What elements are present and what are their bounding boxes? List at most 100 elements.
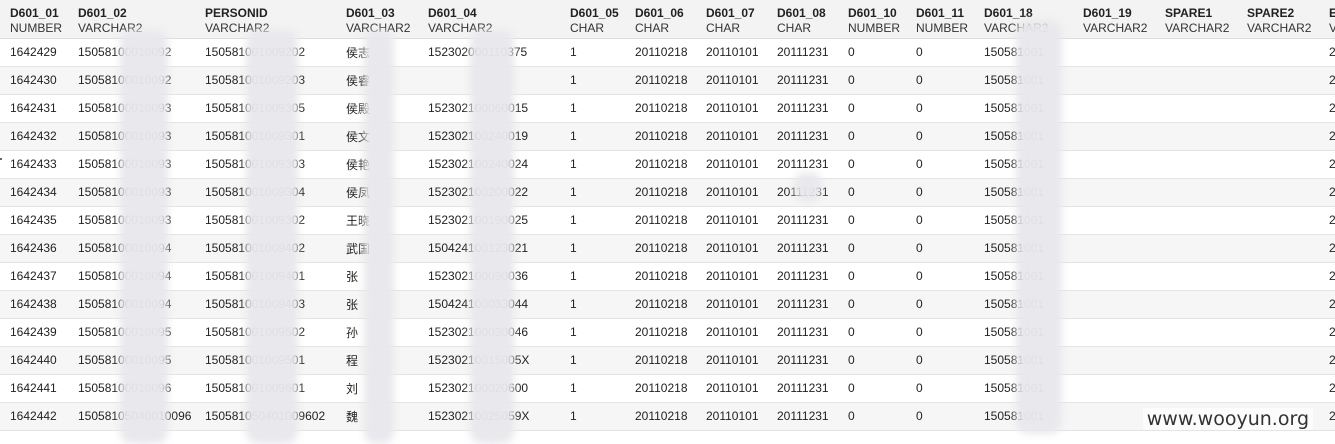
column-name: SPARE2 <box>1247 6 1295 20</box>
table-cell: 0 <box>838 318 906 347</box>
table-cell: 20110101 <box>696 178 767 207</box>
column-type: VARCHAR2 <box>1083 21 1148 35</box>
table-row[interactable]: 164243115058100010093150581001009305侯殿15… <box>0 94 1335 123</box>
table-cell: 2 <box>1319 318 1335 347</box>
table-row[interactable]: 164243315058100010093150581001009303侯艳15… <box>0 150 1335 179</box>
column-name: SPARE1 <box>1165 6 1213 20</box>
table-cell <box>1237 374 1319 403</box>
table-cell: 0 <box>838 206 906 235</box>
table-cell: 20111231 <box>767 290 838 319</box>
table-cell <box>1155 178 1237 207</box>
table-cell: 20110218 <box>625 290 696 319</box>
table-cell: 1642439 <box>0 318 68 347</box>
table-row[interactable]: 164242915058100010092150581001009202侯志15… <box>0 38 1335 67</box>
result-table: D601_01 NUMBER D601_02 VARCHAR2 PERSONID VARC… <box>0 0 1335 431</box>
table-cell: 1642440 <box>0 346 68 375</box>
table-row[interactable]: 164243215058100010093150581001009301侯文15… <box>0 122 1335 151</box>
table-cell <box>1073 318 1155 347</box>
table-cell: 20110101 <box>696 234 767 263</box>
table-cell: 0 <box>906 206 974 235</box>
table-cell: 20110101 <box>696 122 767 151</box>
table-cell <box>1073 38 1155 67</box>
table-cell <box>1237 318 1319 347</box>
table-cell: 0 <box>838 178 906 207</box>
table-cell <box>1155 234 1237 263</box>
table-cell: 0 <box>838 374 906 403</box>
table-cell <box>1073 262 1155 291</box>
column-header-d601_07[interactable]: D601_07 CHAR <box>696 0 767 39</box>
table-cell: 20110218 <box>625 122 696 151</box>
table-row[interactable]: 164243915058100010095150581001009502孙152… <box>0 318 1335 347</box>
table-cell: 0 <box>906 290 974 319</box>
table-cell: 1 <box>560 206 625 235</box>
table-cell: 0 <box>906 38 974 67</box>
column-name: D601_18 <box>984 6 1033 20</box>
table-cell: 1642435 <box>0 206 68 235</box>
table-cell: 20110218 <box>625 346 696 375</box>
table-row[interactable]: 164243415058100010093150581001009304侯凤15… <box>0 178 1335 207</box>
table-row[interactable]: 164243815058100010094150581001009403张150… <box>0 290 1335 319</box>
column-header-spare1[interactable]: SPARE1 VARCHAR2 <box>1155 0 1237 39</box>
table-cell: 1642432 <box>0 122 68 151</box>
table-cell: 0 <box>906 234 974 263</box>
table-row[interactable]: 164243715058100010094150581001009401张152… <box>0 262 1335 291</box>
table-cell <box>1073 206 1155 235</box>
table-cell <box>1155 346 1237 375</box>
table-cell: 20110101 <box>696 374 767 403</box>
table-cell: 1642437 <box>0 262 68 291</box>
column-header-d601_11[interactable]: D601_11 NUMBER <box>906 0 974 39</box>
table-cell: 0 <box>838 38 906 67</box>
column-header-d601_10[interactable]: D601_10 NUMBER <box>838 0 906 39</box>
table-cell: 0 <box>838 346 906 375</box>
result-grid[interactable]: D601_01 NUMBER D601_02 VARCHAR2 PERSONID VARC… <box>0 0 1335 444</box>
column-header-d601_06[interactable]: D601_06 CHAR <box>625 0 696 39</box>
table-row[interactable]: 164243515058100010093150581001009302王晓15… <box>0 206 1335 235</box>
column-type: CHAR <box>635 21 670 35</box>
table-cell: 0 <box>838 402 906 431</box>
table-cell: 20110218 <box>625 66 696 95</box>
table-cell <box>1155 94 1237 123</box>
table-cell: 1 <box>560 150 625 179</box>
table-cell <box>1237 262 1319 291</box>
table-row[interactable]: 164244115058100010096150581001009601刘152… <box>0 374 1335 403</box>
table-cell: 2 <box>1319 122 1335 151</box>
table-row[interactable]: 164244015058100010095150581001009501程152… <box>0 346 1335 375</box>
table-cell: 1642429 <box>0 38 68 67</box>
column-header-spare2[interactable]: SPARE2 VARCHAR2 <box>1237 0 1319 39</box>
header-row: D601_01 NUMBER D601_02 VARCHAR2 PERSONID VARC… <box>0 0 1335 39</box>
table-row[interactable]: 164243015058100010092150581001009203侯睿12… <box>0 66 1335 95</box>
table-cell <box>1155 374 1237 403</box>
table-row[interactable]: 1642442150581050400100961505810504010096… <box>0 402 1335 431</box>
table-cell: 0 <box>838 66 906 95</box>
column-type: VARCHAR2 <box>1165 21 1230 35</box>
table-cell: 0 <box>906 262 974 291</box>
column-type: NUMBER <box>916 21 969 35</box>
table-cell: 0 <box>838 234 906 263</box>
table-cell <box>1073 94 1155 123</box>
column-name: D601_03 <box>346 6 395 20</box>
table-cell: 2 <box>1319 150 1335 179</box>
table-cell: 20110101 <box>696 206 767 235</box>
table-cell <box>1073 150 1155 179</box>
table-cell: 0 <box>906 150 974 179</box>
column-header-d601_19[interactable]: D601_19 VARCHAR2 <box>1073 0 1155 39</box>
table-cell: 20111231 <box>767 262 838 291</box>
table-cell: 1 <box>560 66 625 95</box>
table-cell <box>1237 290 1319 319</box>
table-cell <box>1237 150 1319 179</box>
table-cell: 0 <box>906 402 974 431</box>
table-cell: 1642441 <box>0 374 68 403</box>
table-cell: 1 <box>560 178 625 207</box>
column-header-d601_05[interactable]: D601_05 CHAR <box>560 0 625 39</box>
table-cell: 2 <box>1319 290 1335 319</box>
table-cell: 2 <box>1319 262 1335 291</box>
column-header-d601_08[interactable]: D601_08 CHAR <box>767 0 838 39</box>
table-cell <box>1155 66 1237 95</box>
column-header-d601_01[interactable]: D601_01 NUMBER <box>0 0 68 39</box>
column-header-e[interactable]: EV <box>1319 0 1335 39</box>
table-cell <box>1237 94 1319 123</box>
table-cell: 20110218 <box>625 94 696 123</box>
table-row[interactable]: 164243615058100010094150581001009402武国15… <box>0 234 1335 263</box>
table-cell: 2 <box>1319 94 1335 123</box>
table-cell: 1 <box>560 234 625 263</box>
